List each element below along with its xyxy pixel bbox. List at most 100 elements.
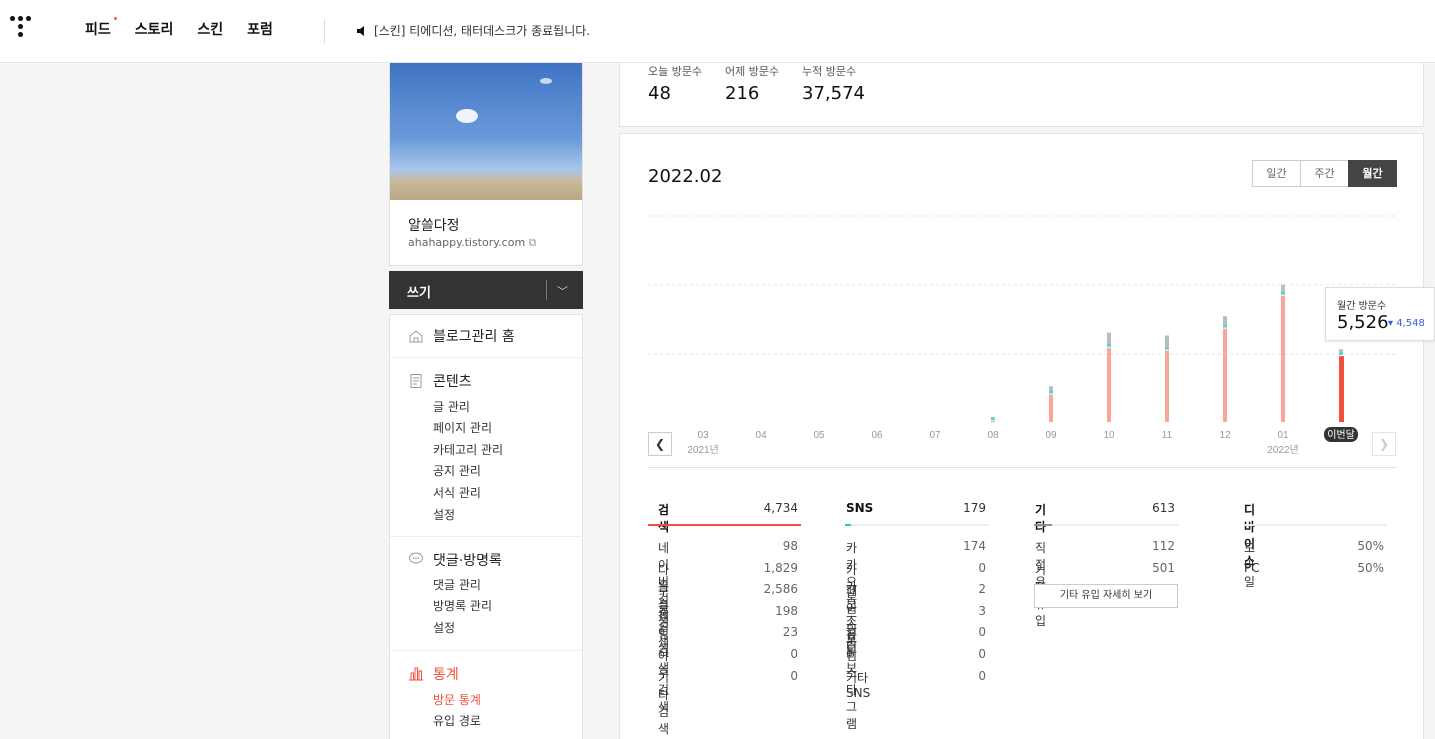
bar-cap[interactable] xyxy=(1049,386,1053,391)
tab-monthly[interactable]: 월간 xyxy=(1348,160,1397,187)
bar-sns-segment[interactable] xyxy=(1049,390,1053,394)
device-row-value: 50% xyxy=(1357,539,1384,553)
tooltip-label: 월간 방문수 xyxy=(1337,301,1387,312)
today-visits-label: 오늘 방문수 xyxy=(648,65,703,78)
sidebar-item-comment-manage[interactable]: 댓글 관리 xyxy=(433,576,481,593)
year-label: 2021년 xyxy=(687,444,718,456)
today-visits-value: 48 xyxy=(648,83,671,104)
bar-cap[interactable] xyxy=(1339,349,1343,353)
search-row-value: 2,586 xyxy=(763,582,798,597)
x-tick-label: 08 xyxy=(987,430,999,441)
external-link-icon: ⧉ xyxy=(528,236,537,249)
sns-row-value: 0 xyxy=(978,668,986,683)
speaker-icon xyxy=(357,25,364,36)
bar[interactable] xyxy=(1223,328,1227,422)
bar-sns-segment[interactable] xyxy=(1339,352,1343,356)
bar-cap[interactable] xyxy=(1107,332,1111,344)
x-tick-label: 09 xyxy=(1045,430,1057,441)
nav-forum[interactable]: 포럼 xyxy=(247,19,273,39)
sidebar-item-content[interactable]: 콘텐츠 xyxy=(433,371,472,391)
sidebar-menu: 블로그관리 홈 콘텐츠 글 관리 페이지 관리 카테고리 관리 공지 관리 서식… xyxy=(389,314,583,739)
sns-row-value: 174 xyxy=(963,539,986,553)
x-tick-label: 01 xyxy=(1277,430,1289,441)
etc-total: 613 xyxy=(1152,501,1175,515)
bar-sns-segment[interactable] xyxy=(1223,324,1227,328)
sidebar-item-notice-manage[interactable]: 공지 관리 xyxy=(433,462,481,479)
bar-cap[interactable] xyxy=(1281,284,1285,292)
sidebar-item-visit-stats[interactable]: 방문 통계 xyxy=(433,691,481,708)
sidebar-section-stats: 통계 방문 통계 유입 경로 xyxy=(390,651,582,739)
notice-bar[interactable]: [스킨] 티에디션, 태터데스크가 종료됩니다. xyxy=(356,22,590,39)
chart-tooltip: 월간 방문수 5,526 ▾ 4,548 xyxy=(1325,287,1435,341)
search-row-value: 0 xyxy=(790,647,798,661)
tab-daily[interactable]: 일간 xyxy=(1252,160,1301,187)
sidebar-item-post-manage[interactable]: 글 관리 xyxy=(433,398,470,415)
sidebar-item-guestbook-manage[interactable]: 방명록 관리 xyxy=(433,597,492,614)
chart-next-button[interactable]: ❯ xyxy=(1372,432,1396,456)
sidebar-item-comments[interactable]: 댓글·방명록 xyxy=(433,550,502,570)
bar[interactable] xyxy=(1165,350,1169,422)
search-title: 검색 xyxy=(658,503,670,534)
sidebar-item-template-manage[interactable]: 서식 관리 xyxy=(433,484,481,501)
main-nav: 피드 스토리 스킨 포럼 xyxy=(85,17,297,39)
chevron-down-icon[interactable]: ﹀ xyxy=(557,283,568,299)
sns-title: SNS xyxy=(846,501,874,515)
sidebar-item-home[interactable]: 블로그관리 홈 xyxy=(433,326,515,346)
etc-title: 기타 xyxy=(1035,503,1047,534)
x-tick-label: 10 xyxy=(1103,430,1115,441)
total-visits-value: 37,574 xyxy=(802,83,865,104)
sidebar-item-inflow-path[interactable]: 유입 경로 xyxy=(433,712,481,729)
sns-row-value: 0 xyxy=(978,625,986,640)
write-label: 쓰기 xyxy=(407,286,431,301)
bar-sns-segment[interactable] xyxy=(991,417,995,421)
search-row-value: 198 xyxy=(775,603,798,618)
tab-weekly[interactable]: 주간 xyxy=(1300,160,1349,187)
bar-sns-segment[interactable] xyxy=(1281,291,1285,295)
etc-detail-button[interactable]: 기타 유입 자세히 보기 xyxy=(1034,584,1178,608)
nav-skin[interactable]: 스킨 xyxy=(197,19,223,39)
search-row-value: 98 xyxy=(782,539,798,553)
sidebar-item-content-settings[interactable]: 설정 xyxy=(433,506,455,523)
bar-sns-segment[interactable] xyxy=(1165,346,1169,350)
search-row-value: 0 xyxy=(790,668,798,683)
nav-feed[interactable]: 피드 xyxy=(85,17,117,39)
chart-prev-button[interactable]: ❮ xyxy=(648,432,672,456)
visit-summary-panel: 오늘 방문수 48 어제 방문수 216 누적 방문수 37,574 xyxy=(619,63,1424,127)
device-row-label: PC xyxy=(1244,560,1260,575)
bar[interactable] xyxy=(991,421,995,422)
sns-total: 179 xyxy=(963,501,986,515)
bar-cap[interactable] xyxy=(1165,335,1169,347)
search-row-label: 기타 검색 xyxy=(658,670,670,736)
bar-chart-icon xyxy=(409,667,423,681)
x-tick-label: 03 xyxy=(697,430,709,441)
bar-sns-segment[interactable] xyxy=(1107,343,1111,347)
stats-panel: 2022.02 일간 주간 월간 03 2021년 04 05 06 07 08 09 10 11… xyxy=(619,133,1435,739)
blog-name[interactable]: 알쓸다정 xyxy=(408,215,460,235)
notice-text[interactable]: [스킨] 티에디션, 태터데스크가 종료됩니다. xyxy=(374,22,590,39)
x-tick-label: 05 xyxy=(813,430,825,441)
bar[interactable] xyxy=(1281,295,1285,422)
tistory-logo-icon[interactable] xyxy=(10,16,36,44)
blog-cover-image xyxy=(390,63,582,200)
sidebar-section-content: 콘텐츠 글 관리 페이지 관리 카테고리 관리 공지 관리 서식 관리 설정 xyxy=(390,358,582,537)
bar[interactable] xyxy=(1339,356,1344,422)
sidebar-item-page-manage[interactable]: 페이지 관리 xyxy=(433,419,492,436)
sns-row-value: 2 xyxy=(978,582,986,597)
etc-row-value: 112 xyxy=(1152,539,1175,553)
bar[interactable] xyxy=(1049,394,1053,422)
sidebar-item-stats[interactable]: 통계 xyxy=(433,664,459,684)
device-bar xyxy=(1243,524,1387,526)
total-visits-label: 누적 방문수 xyxy=(802,65,857,78)
sidebar-item-comment-settings[interactable]: 설정 xyxy=(433,619,455,636)
sns-row-value: 0 xyxy=(978,560,986,575)
write-button[interactable]: 쓰기 ﹀ xyxy=(389,271,583,309)
search-total: 4,734 xyxy=(763,501,798,515)
nav-story[interactable]: 스토리 xyxy=(135,19,174,39)
bar[interactable] xyxy=(1107,347,1111,422)
blog-url[interactable]: ahahappy.tistory.com ⧉ xyxy=(408,236,537,250)
bar-cap[interactable] xyxy=(1223,316,1227,325)
blog-profile-card: 알쓸다정 ahahappy.tistory.com ⧉ xyxy=(389,63,583,266)
sidebar-item-category-manage[interactable]: 카테고리 관리 xyxy=(433,441,503,458)
nav-divider xyxy=(324,19,325,43)
blog-url-text[interactable]: ahahappy.tistory.com xyxy=(408,236,525,249)
